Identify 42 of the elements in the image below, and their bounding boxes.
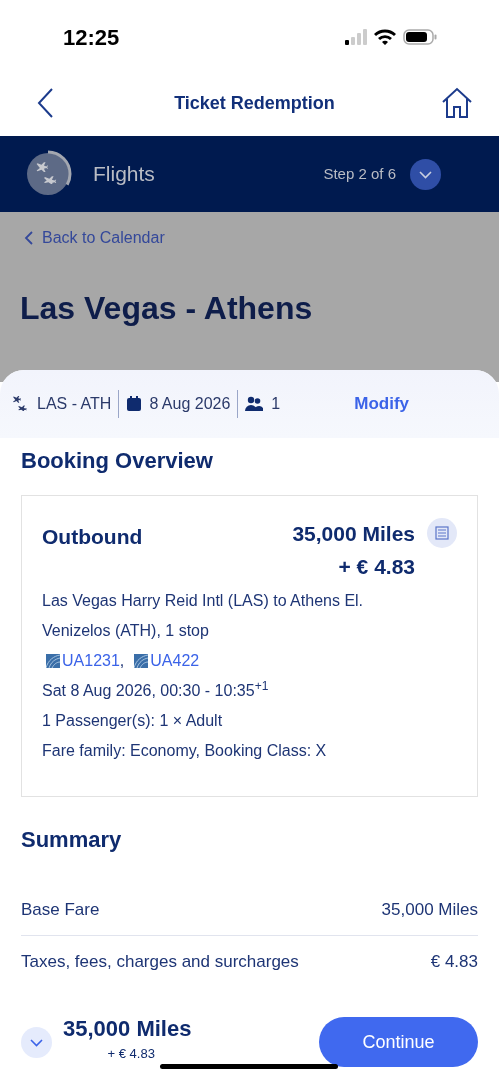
route-text: LAS - ATH [37, 394, 112, 414]
passenger-count: 1 [271, 394, 281, 414]
back-icon[interactable] [36, 87, 56, 119]
flight-number-link[interactable]: UA422 [134, 646, 200, 676]
airline-logo-icon [134, 654, 149, 668]
total-cash: + € 4.83 [107, 1046, 155, 1062]
total-miles: 35,000 Miles [63, 1015, 192, 1043]
expand-price-button[interactable] [21, 1027, 52, 1058]
section-heading: Summary [21, 826, 123, 854]
battery-icon [403, 29, 437, 45]
flight-detail: Sat 8 Aug 2026, 00:30 - 10:35$^{+1}$ [42, 678, 270, 701]
cash-price: + € 4.83 [338, 554, 415, 580]
separator-text: , [119, 651, 125, 671]
step-counter: Step 2 of 6 [323, 163, 396, 184]
progress-title: Flights [93, 161, 156, 188]
fare-label: Base Fare [21, 898, 100, 921]
miles-price: 35,000 Miles [292, 521, 415, 547]
page-title: Las Vegas - Athens [20, 289, 314, 328]
section-heading: Booking Overview [21, 447, 214, 475]
progress-ring [24, 150, 72, 198]
flight-number-link[interactable]: UA1231 [46, 646, 120, 676]
modify-link[interactable]: Modify [354, 391, 410, 417]
flight-detail: Fare family: Economy, Booking Class: X [42, 741, 328, 761]
wifi-icon [374, 29, 396, 45]
fare-label: Taxes, fees, charges and surcharges [21, 951, 299, 974]
continue-button[interactable]: Continue [319, 1017, 478, 1067]
flight-detail: 1 Passenger(s): 1 × Adult [42, 711, 224, 731]
status-time: 12:25 [63, 23, 120, 52]
fare-value: 35,000 Miles [381, 898, 478, 921]
back-to-calendar-link[interactable]: Back to Calendar [24, 226, 165, 250]
passengers-icon [245, 396, 264, 412]
outbound-label: Outbound [42, 524, 144, 550]
airline-logo-icon [46, 654, 60, 668]
signal-icon [345, 29, 367, 45]
expand-steps-button[interactable] [410, 158, 441, 190]
home-icon[interactable] [441, 87, 473, 119]
calendar-icon [126, 396, 143, 412]
fare-value: € 4.83 [430, 951, 478, 974]
chevron-left-icon [24, 230, 34, 246]
route-description: Las Vegas Harry Reid Intl (LAS) to Athens El. Venizelos (ATH), 1 stop [42, 591, 365, 641]
date-text: 8 Aug 2026 [149, 394, 231, 414]
page-header-title: Ticket Redemption [174, 91, 335, 115]
